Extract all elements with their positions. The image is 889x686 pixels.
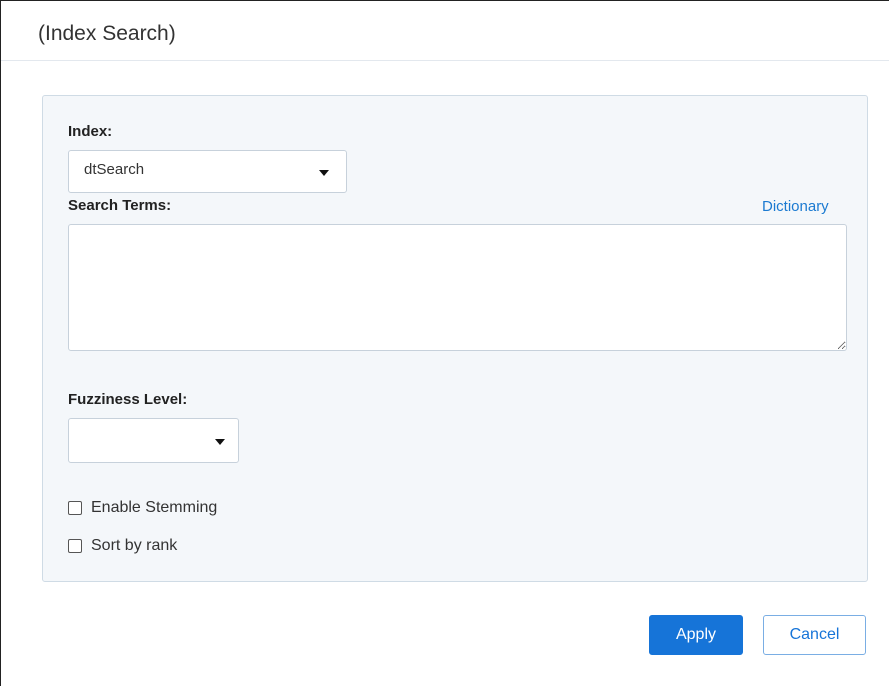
search-terms-label: Search Terms:	[68, 197, 172, 214]
sort-by-rank-option[interactable]: Sort by rank	[68, 537, 177, 555]
index-label: Index:	[68, 123, 113, 140]
search-form-panel: Index: dtSearch Search Terms: Dictionary…	[42, 95, 868, 582]
index-select[interactable]: dtSearch	[68, 150, 347, 193]
sort-by-rank-label: Sort by rank	[91, 537, 178, 554]
cancel-button[interactable]: Cancel	[763, 615, 866, 655]
enable-stemming-checkbox[interactable]	[68, 501, 82, 515]
fuzziness-level-label: Fuzziness Level:	[68, 391, 188, 408]
fuzziness-level-select[interactable]	[68, 418, 239, 463]
sort-by-rank-checkbox[interactable]	[68, 539, 82, 553]
caret-down-icon	[319, 170, 329, 176]
dialog-title: (Index Search)	[38, 22, 176, 45]
index-search-dialog: (Index Search) Index: dtSearch Search Te…	[0, 0, 889, 686]
apply-button[interactable]: Apply	[649, 615, 743, 655]
dictionary-link[interactable]: Dictionary	[762, 198, 829, 215]
search-terms-textarea[interactable]	[68, 224, 847, 351]
enable-stemming-label: Enable Stemming	[91, 499, 218, 516]
enable-stemming-option[interactable]: Enable Stemming	[68, 499, 217, 517]
caret-down-icon	[215, 439, 225, 445]
index-select-value: dtSearch	[84, 161, 145, 178]
dialog-header: (Index Search)	[1, 1, 889, 61]
